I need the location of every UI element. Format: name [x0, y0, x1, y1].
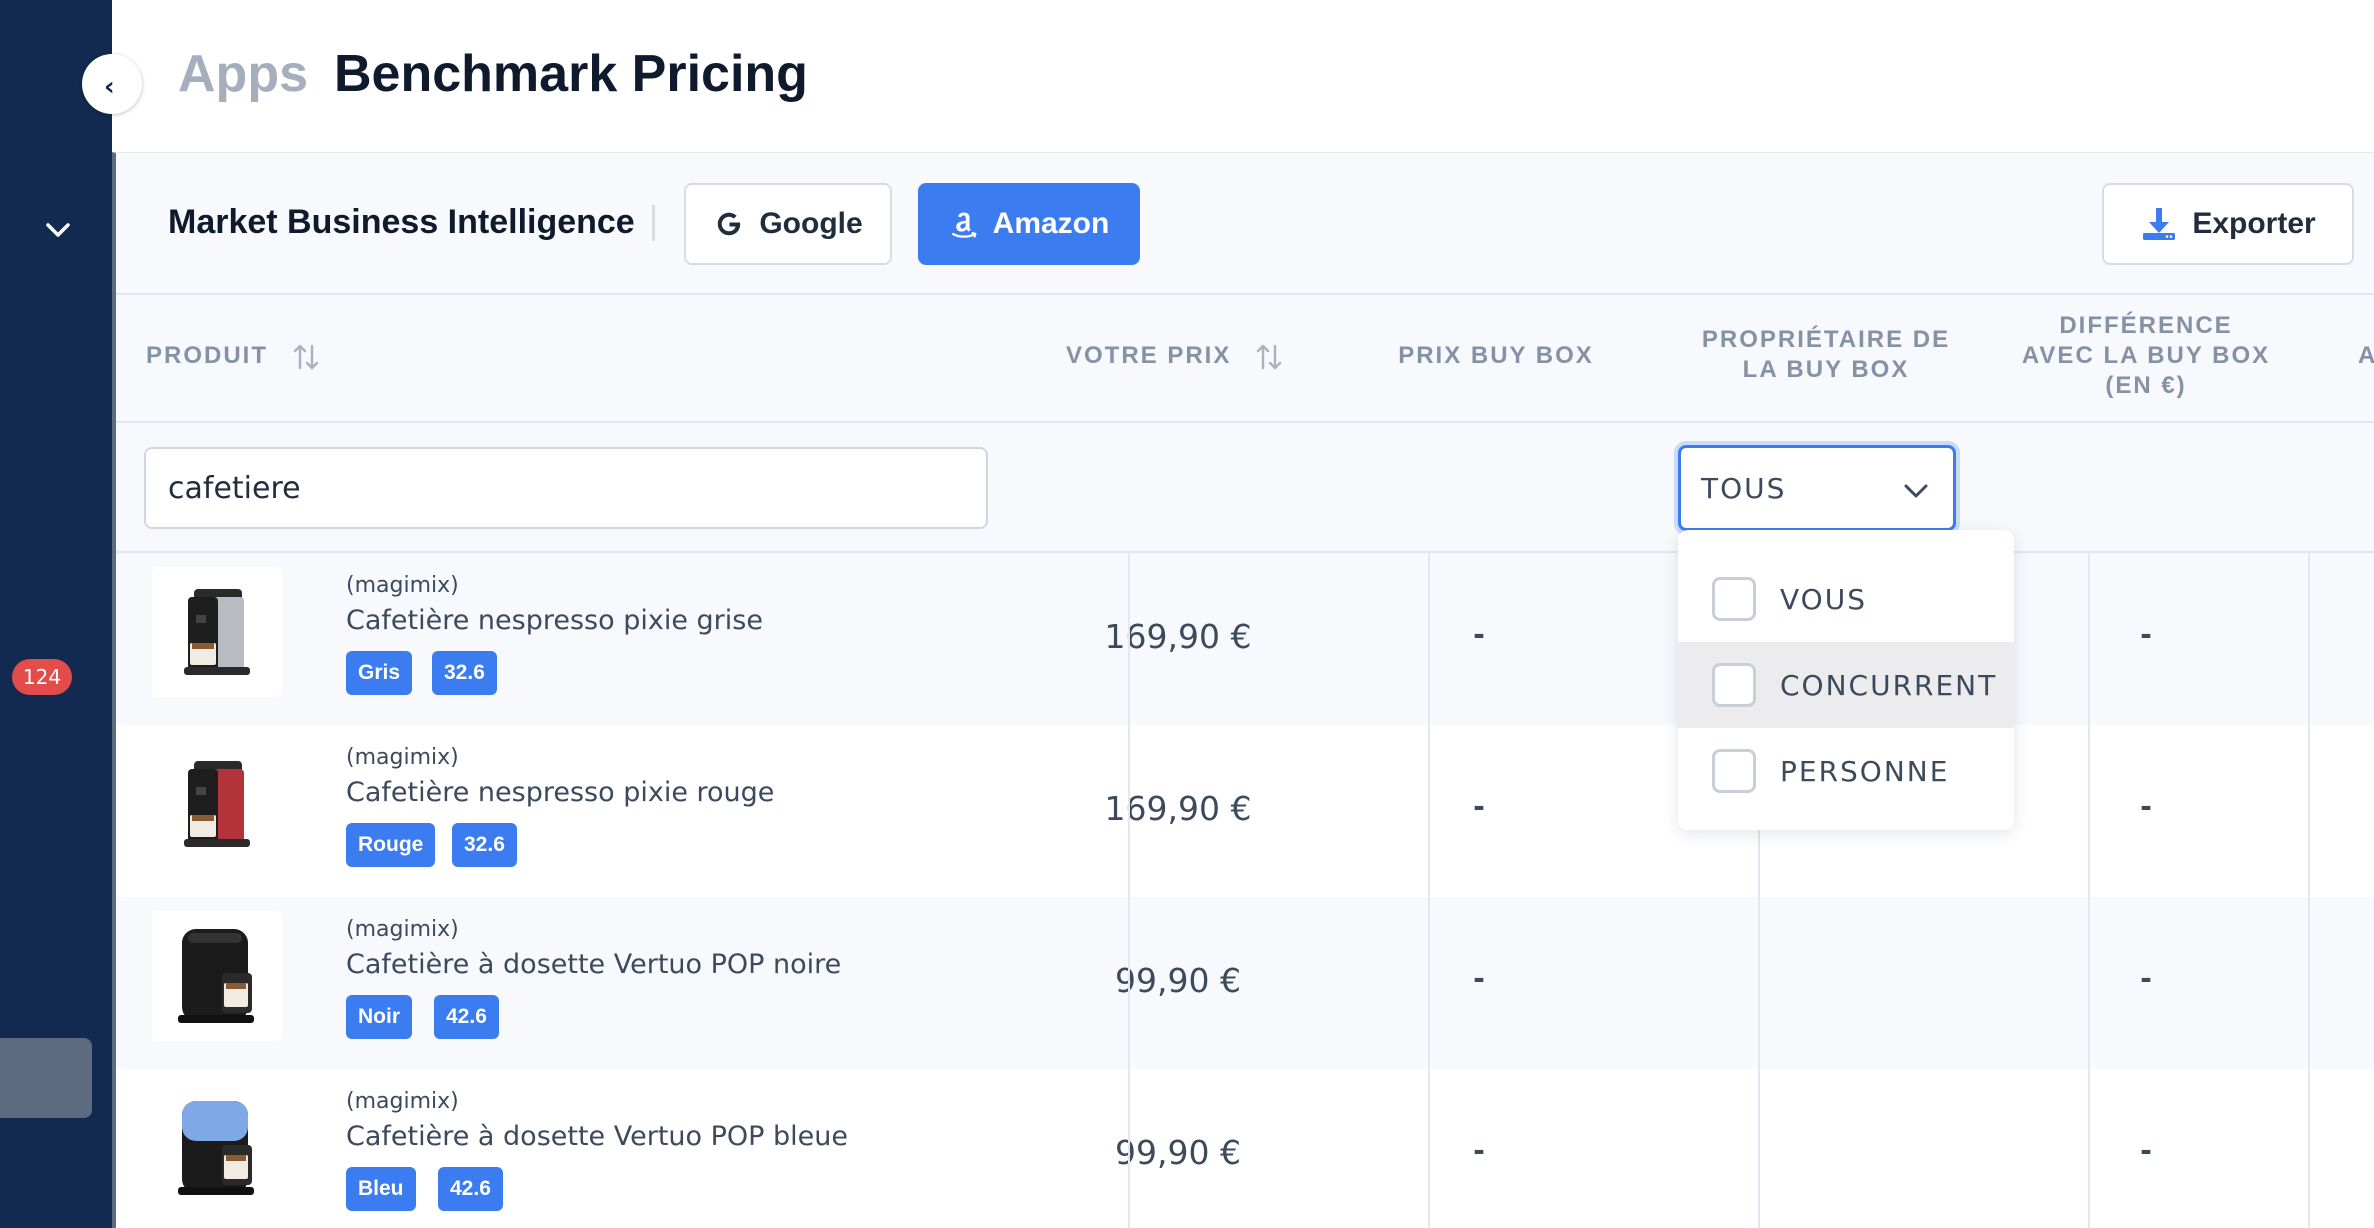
buybox-diff-value: -	[2140, 787, 2152, 825]
breadcrumb[interactable]: Apps	[178, 44, 308, 104]
size-tag: 42.6	[438, 1167, 503, 1211]
sidebar-collapse-button[interactable]: ‹	[82, 54, 142, 114]
filter-row: TOUS	[116, 423, 2374, 553]
google-button-label: Google	[759, 207, 863, 240]
column-divider	[2308, 553, 2310, 1228]
owner-option-label: CONCURRENT	[1780, 668, 1998, 702]
column-header-buybox-owner: PROPRIÉTAIRE DE LA BUY BOX	[1656, 325, 1996, 385]
toolbar-label: Market Business Intelligence	[168, 203, 635, 241]
table-row[interactable]: (magimix) Cafetière à dosette Vertuo POP…	[116, 1069, 2374, 1228]
google-icon	[718, 212, 741, 236]
product-name[interactable]: Cafetière à dosette Vertuo POP noire	[346, 949, 841, 980]
sidebar: 124	[0, 0, 112, 1228]
checkbox[interactable]	[1712, 577, 1756, 621]
column-header-diff: DIFFÉRENCE AVEC LA BUY BOX (EN €)	[1976, 311, 2316, 401]
product-brand: (magimix)	[346, 573, 459, 598]
color-tag: Gris	[346, 651, 413, 695]
buybox-owner-select[interactable]: TOUS	[1678, 445, 1956, 531]
column-header-your-price-label: VOTRE PRIX	[1066, 342, 1232, 369]
color-tag: Rouge	[346, 823, 436, 867]
buybox-owner-menu: VOUS CONCURRENT PERSONNE	[1678, 530, 2014, 830]
color-tag: Noir	[346, 995, 412, 1039]
buybox-diff-value: -	[2140, 615, 2152, 653]
table-row[interactable]: (magimix) Cafetière à dosette Vertuo POP…	[116, 897, 2374, 1069]
google-button[interactable]: Google	[684, 183, 892, 265]
product-name[interactable]: Cafetière nespresso pixie rouge	[346, 777, 774, 808]
column-header-your-price[interactable]: VOTRE PRIX	[1066, 341, 1284, 372]
coffee-machine-icon	[184, 589, 250, 675]
product-thumbnail	[152, 1083, 282, 1213]
buybox-diff-value: -	[2140, 1131, 2152, 1169]
download-icon	[2143, 208, 2176, 240]
product-brand: (magimix)	[346, 745, 459, 770]
sidebar-active-item[interactable]	[0, 1038, 92, 1118]
export-button[interactable]: Exporter	[2102, 183, 2354, 265]
product-thumbnail	[152, 739, 282, 869]
product-name[interactable]: Cafetière à dosette Vertuo POP bleue	[346, 1121, 848, 1152]
buybox-price-value: -	[1473, 615, 1485, 653]
export-button-label: Exporter	[2192, 207, 2316, 240]
checkbox[interactable]	[1712, 663, 1756, 707]
product-name[interactable]: Cafetière nespresso pixie grise	[346, 605, 763, 636]
product-search-input[interactable]	[144, 447, 988, 529]
your-price: 99,90 €	[1115, 1133, 1241, 1172]
table-row[interactable]: (magimix) Cafetière nespresso pixie gris…	[116, 553, 2374, 725]
main-panel: Market Business Intelligence Google Amaz…	[112, 152, 2374, 1228]
column-divider	[2088, 553, 2090, 1228]
owner-option-label: PERSONNE	[1780, 754, 1950, 788]
owner-option-personne[interactable]: PERSONNE	[1678, 728, 2014, 814]
owner-option-label: VOUS	[1780, 582, 1867, 616]
owner-option-vous[interactable]: VOUS	[1678, 556, 2014, 642]
size-tag: 32.6	[432, 651, 497, 695]
sort-icon[interactable]	[1254, 342, 1284, 372]
chevron-left-icon: ‹	[104, 72, 115, 102]
buybox-price-value: -	[1473, 959, 1485, 997]
sort-icon[interactable]	[291, 342, 321, 372]
page-title: Benchmark Pricing	[334, 45, 808, 103]
column-header-buybox-price: PRIX BUY BOX	[1398, 342, 1594, 369]
coffee-machine-icon	[178, 1101, 254, 1195]
size-tag: 42.6	[434, 995, 499, 1039]
product-brand: (magimix)	[346, 917, 459, 942]
column-header-product[interactable]: PRODUIT	[146, 341, 321, 372]
page-header: Apps Benchmark Pricing	[112, 0, 2374, 152]
column-header-buybox-owner-line1: PROPRIÉTAIRE DE	[1701, 326, 1951, 353]
column-header-buybox-owner-line2: LA BUY BOX	[1742, 356, 1910, 383]
column-divider	[1428, 553, 1430, 1228]
product-thumbnail	[152, 911, 282, 1041]
toolbar-divider	[652, 205, 655, 241]
table-header: PRODUIT VOTRE PRIX PRIX BUY BOX PROPRIÉT…	[116, 295, 2374, 423]
your-price: 169,90 €	[1104, 789, 1252, 828]
coffee-machine-icon	[178, 929, 254, 1023]
toolbar: Market Business Intelligence Google Amaz…	[116, 153, 2374, 295]
table-row[interactable]: (magimix) Cafetière nespresso pixie roug…	[116, 725, 2374, 897]
amazon-button-label: Amazon	[992, 207, 1110, 240]
your-price: 99,90 €	[1115, 961, 1241, 1000]
product-thumbnail	[152, 567, 282, 697]
column-header-diff-line2: AVEC LA BUY BOX	[2021, 342, 2271, 369]
owner-option-concurrent[interactable]: CONCURRENT	[1678, 642, 2014, 728]
column-header-diff-line1: DIFFÉRENCE	[2059, 312, 2233, 339]
column-header-product-label: PRODUIT	[146, 342, 268, 369]
coffee-machine-icon	[184, 761, 250, 847]
buybox-owner-select-value: TOUS	[1701, 472, 1787, 505]
buybox-price-value: -	[1473, 787, 1485, 825]
chevron-down-icon	[1904, 484, 1928, 498]
column-divider	[1128, 553, 1130, 1228]
size-tag: 32.6	[452, 823, 517, 867]
notification-badge: 124	[12, 659, 72, 695]
color-tag: Bleu	[346, 1167, 416, 1211]
buybox-diff-value: -	[2140, 959, 2152, 997]
column-header-next: A	[2358, 342, 2374, 369]
amazon-button[interactable]: Amazon	[918, 183, 1140, 265]
buybox-price-value: -	[1473, 1131, 1485, 1169]
amazon-icon	[951, 212, 977, 238]
chevron-down-icon[interactable]	[40, 212, 76, 248]
column-header-diff-line3: (EN €)	[2105, 372, 2187, 399]
your-price: 169,90 €	[1104, 617, 1252, 656]
product-brand: (magimix)	[346, 1089, 459, 1114]
checkbox[interactable]	[1712, 749, 1756, 793]
